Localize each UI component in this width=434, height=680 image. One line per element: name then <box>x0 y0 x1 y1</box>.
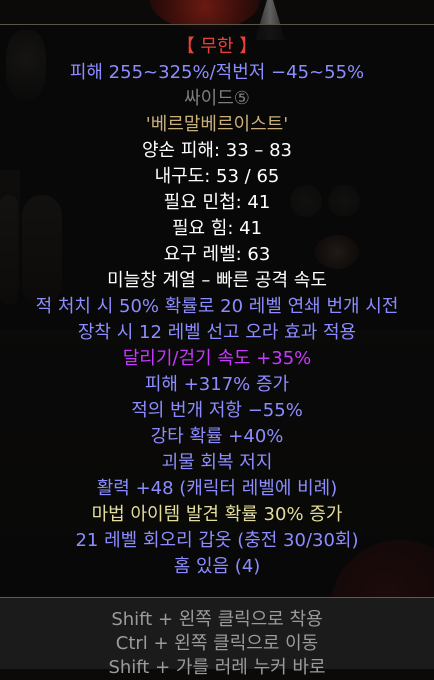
tooltip-line: 홈 있음 (4) <box>173 556 261 577</box>
tooltip-line: 적의 번개 저항 −55% <box>131 400 303 421</box>
tooltip-line: 강타 확률 +40% <box>150 426 284 447</box>
tooltip-line: 요구 레벨: 63 <box>163 244 271 265</box>
tooltip-line: 달리기/걷기 속도 +35% <box>122 348 312 369</box>
tooltip-line: '베르말베르이스트' <box>145 114 289 135</box>
item-tooltip: 【 무한 】 피해 255~325%/적번저 −45~55% 싸이드⑤ '베르말베르이… <box>0 24 434 605</box>
hint-line: Shift + 가를 러레 누커 바로 <box>108 657 326 678</box>
tooltip-line: 활력 +48 (캐릭터 레벨에 비례) <box>96 478 338 499</box>
tooltip-line: 적 처치 시 50% 확률로 20 레벨 연쇄 번개 시전 <box>35 296 399 317</box>
tooltip-line: 21 레벨 회오리 갑옷 (충전 30/30회) <box>75 530 359 551</box>
tooltip-line: 양손 피해: 33 – 83 <box>142 140 292 161</box>
tooltip-line: 마법 아이템 발견 확률 30% 증가 <box>91 504 343 525</box>
tooltip-divider <box>0 597 434 598</box>
tooltip-line: 필요 힘: 41 <box>171 218 263 239</box>
tooltip-line: 괴물 회복 저지 <box>161 452 273 473</box>
tooltip-line: 장착 시 12 레벨 선고 오라 효과 적용 <box>77 322 357 343</box>
tooltip-line: 내구도: 53 / 65 <box>154 166 280 187</box>
hint-line: Shift + 왼쪽 클릭으로 착용 <box>111 609 323 630</box>
tooltip-line: 미늘창 계열 – 빠른 공격 속도 <box>107 270 327 291</box>
tooltip-line: 필요 민첩: 41 <box>163 192 271 213</box>
hint-line: Ctrl + 왼쪽 클릭으로 이동 <box>115 633 319 654</box>
tooltip-line: 피해 255~325%/적번저 −45~55% <box>69 62 365 83</box>
tooltip-line: 【 무한 】 <box>176 36 258 57</box>
tooltip-line: 싸이드⑤ <box>184 88 250 109</box>
tooltip-line: 피해 +317% 증가 <box>144 374 290 395</box>
